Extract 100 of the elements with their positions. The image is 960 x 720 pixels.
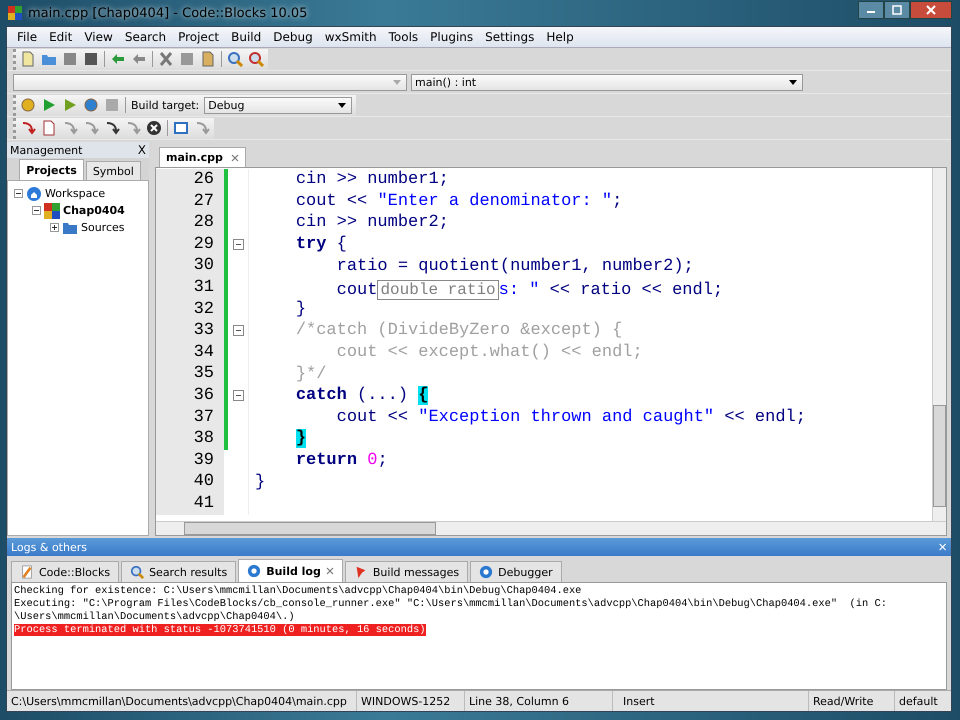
menu-item[interactable]: Plugins — [424, 30, 480, 44]
fold-icon[interactable] — [232, 390, 244, 402]
replace-icon[interactable] — [248, 51, 264, 67]
build-target-dropdown[interactable]: Debug — [204, 96, 352, 114]
globe-icon — [26, 186, 42, 202]
line-number: 34 — [156, 342, 224, 364]
menu-item[interactable]: View — [78, 30, 119, 44]
line-number: 41 — [156, 492, 224, 514]
code-line: catch (...) { — [294, 386, 428, 406]
menu-item[interactable]: wxSmith — [318, 30, 383, 44]
log-tab[interactable]: Build messages — [344, 561, 468, 582]
project-icon — [44, 202, 60, 218]
app-icon — [8, 6, 22, 20]
line-number: 37 — [156, 406, 224, 428]
maximize-button[interactable] — [884, 1, 910, 19]
pin-icon — [354, 565, 368, 579]
editor-tab[interactable]: main.cpp — [159, 147, 246, 167]
vertical-scrollbar[interactable] — [932, 168, 946, 521]
menu-item[interactable]: Tools — [382, 30, 424, 44]
log-line: \Users\mmcmillan\Documents\advcpp\Chap0404\.) — [14, 611, 295, 623]
build-run-icon[interactable] — [62, 97, 78, 113]
menu-item[interactable]: Search — [118, 30, 172, 44]
paste-icon[interactable] — [200, 51, 216, 67]
log-tab[interactable]: Build log — [238, 559, 343, 582]
maximize-icon — [892, 5, 902, 15]
window-title: main.cpp [Chap0404] - Code::Blocks 10.05 — [28, 6, 308, 20]
code-line: cout << "Exception thrown and caught" << endl; — [336, 408, 806, 427]
new-file-icon[interactable] — [20, 51, 36, 67]
menu-item[interactable]: Edit — [43, 30, 78, 44]
debug-start-icon[interactable] — [20, 120, 36, 136]
menu-item[interactable]: Debug — [267, 30, 319, 44]
insert-mode: Insert — [613, 691, 809, 711]
file-path: C:\Users\mmcmillan\Documents\advcpp\Chap0404\main.cpp — [7, 691, 357, 711]
minimize-button[interactable] — [858, 1, 884, 19]
search-icon[interactable] — [227, 51, 243, 67]
line-number: 27 — [156, 190, 224, 212]
close-button[interactable]: × — [938, 538, 947, 556]
log-line: Checking for existence: C:\Users\mmcmillan\Documents\advcpp\Chap0404\bin\Debug\Chap0404.exe — [14, 585, 582, 597]
code-line: /*catch (DivideByZero &except) { — [294, 321, 622, 340]
line-number: 39 — [156, 450, 224, 472]
code-line: cin >> number1; — [294, 170, 449, 190]
collapse-icon[interactable] — [32, 206, 41, 215]
line-number: 33 — [156, 320, 224, 342]
fold-icon[interactable] — [232, 239, 244, 250]
line-number: 29 — [156, 234, 224, 256]
cursor-position: Line 38, Column 6 — [465, 691, 613, 711]
panel-tab[interactable]: Projects — [19, 159, 84, 180]
menu-item[interactable]: File — [11, 30, 44, 44]
close-icon — [926, 5, 936, 15]
log-tab[interactable]: Search results — [121, 561, 236, 582]
access-mode: Read/Write — [809, 691, 895, 711]
menu-item[interactable]: Project — [172, 30, 226, 44]
line-number: 28 — [156, 212, 224, 234]
search-icon — [130, 565, 144, 579]
fold-icon[interactable] — [232, 325, 244, 336]
close-icon[interactable] — [326, 567, 334, 575]
code-line: return 0; — [294, 451, 388, 470]
tree-item[interactable]: Workspace — [45, 187, 106, 200]
line-number: 36 — [156, 384, 224, 407]
horizontal-scrollbar[interactable] — [156, 521, 946, 535]
dropdown-arrow-icon — [338, 102, 346, 108]
step-over-icon[interactable] — [83, 120, 99, 136]
code-line: cout double ratio s: " << ratio << endl; — [336, 278, 724, 300]
log-tab[interactable]: Debugger — [470, 561, 562, 582]
log-line: Executing: "C:\Program Files\CodeBlocks/cb_console_runner.exe" "C:\Users\mmcmillan\Documents\advcpp\Chap0404\bin\Debug\Chap0404.exe" (in C: — [14, 598, 887, 610]
code-line: cin >> number2; — [294, 213, 449, 232]
play-icon[interactable] — [41, 97, 57, 113]
window-icon[interactable] — [173, 120, 189, 136]
panel-title: Logs & others — [11, 540, 87, 554]
language: default — [898, 694, 939, 710]
panel-tab[interactable]: Symbol — [86, 161, 141, 180]
step-into-icon[interactable] — [104, 120, 120, 136]
menu-item[interactable]: Build — [225, 30, 268, 44]
code-line: ratio = quotient(number1, number2); — [336, 256, 694, 276]
collapse-icon[interactable] — [14, 189, 23, 198]
close-button[interactable]: X — [138, 143, 146, 157]
step-out-icon[interactable] — [125, 120, 141, 136]
close-button[interactable] — [910, 1, 952, 19]
expand-icon[interactable] — [50, 223, 59, 232]
menu-item[interactable]: Settings — [479, 30, 540, 44]
cut-icon[interactable] — [158, 51, 174, 67]
menu-item[interactable]: Help — [540, 30, 580, 44]
next-line-icon[interactable] — [62, 120, 78, 136]
dropdown-arrow-icon — [789, 80, 797, 84]
encoding: WINDOWS-1252 — [357, 691, 465, 711]
tree-item[interactable]: Sources — [81, 221, 125, 234]
function-dropdown[interactable]: main() : int — [411, 74, 803, 90]
code-line: } — [294, 300, 306, 319]
abort-icon[interactable] — [146, 120, 162, 136]
code-line: cout << except.what() << endl; — [336, 343, 643, 362]
tree-item[interactable]: Chap0404 — [63, 204, 125, 217]
pencil-icon — [20, 565, 34, 579]
close-icon[interactable] — [230, 154, 239, 162]
line-number: 30 — [156, 255, 224, 277]
code-line: }*/ — [294, 364, 326, 384]
log-tab[interactable]: Code::Blocks — [11, 561, 120, 582]
dropdown-arrow-icon — [393, 80, 401, 84]
line-number: 31 — [156, 276, 224, 299]
scope-dropdown[interactable] — [13, 74, 407, 90]
code-line: cout << "Enter a denominator: "; — [294, 192, 622, 211]
